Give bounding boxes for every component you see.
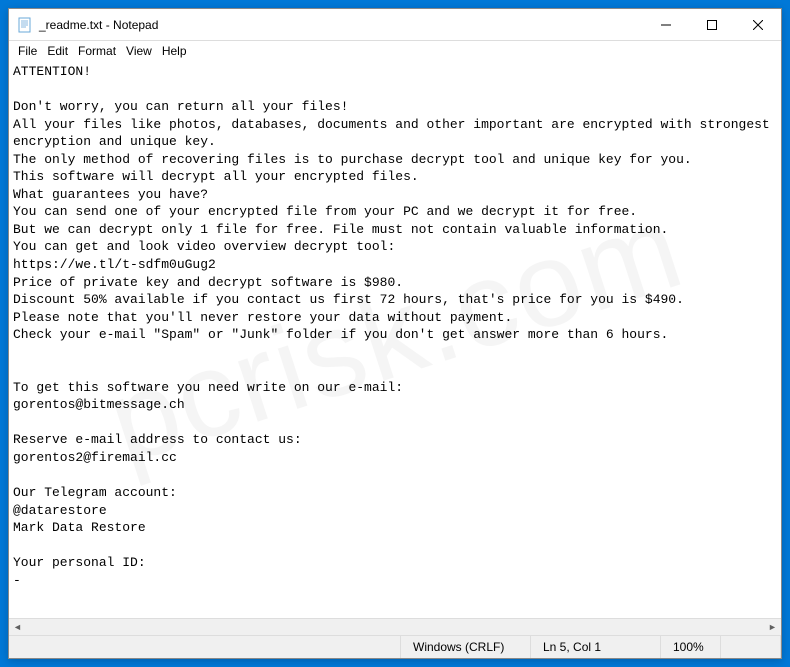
status-spacer — [9, 636, 401, 658]
menu-format[interactable]: Format — [73, 44, 121, 58]
menubar: File Edit Format View Help — [9, 41, 781, 61]
status-zoom: 100% — [661, 636, 721, 658]
maximize-button[interactable] — [689, 9, 735, 40]
status-cursor-position: Ln 5, Col 1 — [531, 636, 661, 658]
horizontal-scrollbar[interactable]: ◄ ► — [9, 618, 781, 635]
titlebar[interactable]: _readme.txt - Notepad — [9, 9, 781, 41]
statusbar: Windows (CRLF) Ln 5, Col 1 100% — [9, 635, 781, 658]
status-blank — [721, 636, 781, 658]
menu-edit[interactable]: Edit — [42, 44, 73, 58]
status-encoding: Windows (CRLF) — [401, 636, 531, 658]
notepad-app-icon — [17, 17, 33, 33]
menu-file[interactable]: File — [13, 44, 42, 58]
minimize-button[interactable] — [643, 9, 689, 40]
close-icon — [753, 20, 763, 30]
minimize-icon — [661, 20, 671, 30]
maximize-icon — [707, 20, 717, 30]
scroll-left-arrow-icon[interactable]: ◄ — [9, 619, 26, 636]
menu-view[interactable]: View — [121, 44, 157, 58]
notepad-window: _readme.txt - Notepad File Edit Format V… — [8, 8, 782, 659]
window-title: _readme.txt - Notepad — [39, 18, 643, 32]
text-area[interactable]: ATTENTION! Don't worry, you can return a… — [9, 61, 781, 618]
close-button[interactable] — [735, 9, 781, 40]
window-controls — [643, 9, 781, 40]
menu-help[interactable]: Help — [157, 44, 192, 58]
scroll-track[interactable] — [26, 619, 764, 635]
scroll-right-arrow-icon[interactable]: ► — [764, 619, 781, 636]
document-text: ATTENTION! Don't worry, you can return a… — [13, 64, 778, 588]
